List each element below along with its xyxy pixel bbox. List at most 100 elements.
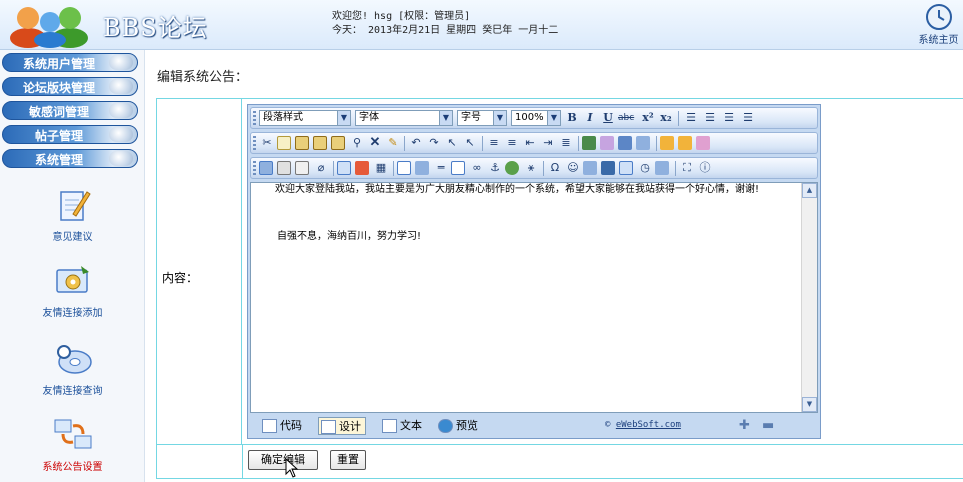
toolbar-separator bbox=[678, 111, 679, 126]
indent-icon[interactable]: ⇥ bbox=[540, 135, 556, 151]
marquee-icon[interactable] bbox=[451, 161, 465, 175]
font-size-value: 字号 bbox=[461, 112, 481, 123]
sidebar-link-label: 友情连接查询 bbox=[42, 386, 103, 397]
confirm-edit-button[interactable]: 确定编辑 bbox=[248, 450, 318, 470]
align-left-icon[interactable]: ☰ bbox=[683, 110, 699, 126]
mode-preview-button[interactable]: 预览 bbox=[436, 417, 482, 435]
align-right-icon[interactable]: ☰ bbox=[721, 110, 737, 126]
unselect-icon[interactable]: ↖ bbox=[462, 135, 478, 151]
toolbar-row-3: ⌀ ▦ ═ ∞ ⚓ ⚹ Ω ☺ ◷ ⛶ ⓘ bbox=[250, 157, 818, 179]
editor-content-area[interactable]: 欢迎大家登陆我站，我站主要是为广大朋友精心制作的一个系统，希望大家能够在我站获得… bbox=[250, 182, 818, 413]
italic-button[interactable]: I bbox=[582, 110, 598, 126]
insert-image-icon[interactable] bbox=[259, 161, 273, 175]
mode-design-button[interactable]: 设计 bbox=[318, 417, 366, 435]
sidebar-link-query-friend-link[interactable]: 友情连接查询 bbox=[0, 340, 145, 397]
insert-textarea-icon[interactable] bbox=[415, 161, 429, 175]
sidebar-link-label: 友情连接添加 bbox=[42, 308, 103, 319]
zoom-select[interactable]: 100% ▼ bbox=[511, 110, 561, 126]
rich-text-editor: 段落样式 ▼ 字体 ▼ 字号 ▼ 100% ▼ B I U abc x² x₂ … bbox=[247, 104, 821, 439]
link-icon[interactable]: ∞ bbox=[469, 160, 485, 176]
cut-icon[interactable]: ✂ bbox=[259, 135, 275, 151]
paste-word-icon[interactable] bbox=[331, 136, 345, 150]
align-justify-icon[interactable]: ☰ bbox=[740, 110, 756, 126]
delete-icon[interactable]: ✕ bbox=[367, 135, 383, 151]
emoticon-icon[interactable]: ☺ bbox=[565, 160, 581, 176]
menu-system[interactable]: 系统管理 bbox=[2, 149, 138, 168]
monitor-gear-icon bbox=[55, 266, 89, 293]
fullscreen-icon[interactable]: ⛶ bbox=[679, 160, 695, 176]
app-header: BBS论坛 欢迎您! hsg [权限：管理员] 今天： 2013年2月21日 星… bbox=[0, 0, 963, 50]
special-char-icon[interactable]: Ω bbox=[547, 160, 563, 176]
system-home-button[interactable]: 系统主页 bbox=[914, 1, 963, 48]
insert-media-icon[interactable] bbox=[295, 161, 309, 175]
unlink-icon[interactable]: ⚹ bbox=[523, 160, 539, 176]
sidebar-link-feedback[interactable]: 意见建议 bbox=[0, 186, 145, 243]
insert-table-icon[interactable] bbox=[337, 161, 351, 175]
font-select[interactable]: 字体 ▼ bbox=[355, 110, 453, 126]
font-value: 字体 bbox=[359, 112, 379, 123]
zoom-out-icon[interactable]: ▬ bbox=[762, 419, 774, 433]
insert-time-icon[interactable]: ◷ bbox=[637, 160, 653, 176]
menu-sensitive-words[interactable]: 敏感词管理 bbox=[2, 101, 138, 120]
outdent-icon[interactable]: ⇤ bbox=[522, 135, 538, 151]
undo-icon[interactable]: ↶ bbox=[408, 135, 424, 151]
zoom-in-icon[interactable]: ✚ bbox=[739, 419, 750, 433]
insert-field-icon[interactable] bbox=[397, 161, 411, 175]
about-icon[interactable]: ⓘ bbox=[697, 160, 713, 176]
zindex-icon[interactable] bbox=[636, 136, 650, 150]
align-center-icon[interactable]: ☰ bbox=[702, 110, 718, 126]
reset-button[interactable]: 重置 bbox=[330, 450, 366, 470]
menu-system-users[interactable]: 系统用户管理 bbox=[2, 53, 138, 72]
subscript-button[interactable]: x₂ bbox=[658, 110, 674, 126]
layer-icon[interactable] bbox=[678, 136, 692, 150]
import-word-icon[interactable] bbox=[655, 161, 669, 175]
anchor-icon[interactable]: ⚓ bbox=[487, 160, 503, 176]
find-icon[interactable]: ⚲ bbox=[349, 135, 365, 151]
block-icon[interactable] bbox=[660, 136, 674, 150]
absolute-position-icon[interactable] bbox=[618, 136, 632, 150]
paste-icon[interactable] bbox=[295, 136, 309, 150]
underline-button[interactable]: U bbox=[600, 110, 616, 126]
superscript-button[interactable]: x² bbox=[640, 110, 656, 126]
paste-text-icon[interactable] bbox=[313, 136, 327, 150]
numbered-list-icon[interactable]: ≡ bbox=[486, 135, 502, 151]
font-color-icon[interactable] bbox=[582, 136, 596, 150]
select-all-icon[interactable]: ↖ bbox=[444, 135, 460, 151]
bullet-list-icon[interactable]: ≡ bbox=[504, 135, 520, 151]
insert-flash-icon[interactable] bbox=[277, 161, 291, 175]
toolbar-separator bbox=[543, 161, 544, 176]
font-size-select[interactable]: 字号 ▼ bbox=[457, 110, 507, 126]
brand-link[interactable]: eWebSoft.com bbox=[616, 420, 681, 430]
editor-scrollbar[interactable]: ▲ ▼ bbox=[801, 183, 817, 412]
attachment-icon[interactable]: ⌀ bbox=[313, 160, 329, 176]
app-logo-text: BBS论坛 bbox=[103, 14, 208, 42]
paragraph-icon[interactable]: ≣ bbox=[558, 135, 574, 151]
bold-button[interactable]: B bbox=[564, 110, 580, 126]
redo-icon[interactable]: ↷ bbox=[426, 135, 442, 151]
strikethrough-button[interactable]: abc bbox=[618, 110, 634, 126]
menu-posts[interactable]: 帖子管理 bbox=[2, 125, 138, 144]
scroll-up-icon[interactable]: ▲ bbox=[802, 183, 817, 198]
insert-form-icon[interactable] bbox=[355, 161, 369, 175]
mode-text-button[interactable]: 文本 bbox=[380, 417, 426, 435]
menu-forum-boards[interactable]: 论坛版块管理 bbox=[2, 77, 138, 96]
insert-date-icon[interactable] bbox=[619, 161, 633, 175]
mode-label: 代码 bbox=[280, 419, 302, 432]
copyright-mark: © bbox=[605, 420, 616, 430]
insert-art-icon[interactable] bbox=[601, 161, 615, 175]
insert-excel-icon[interactable] bbox=[583, 161, 597, 175]
scroll-down-icon[interactable]: ▼ bbox=[802, 397, 817, 412]
horizontal-rule-icon[interactable]: ═ bbox=[433, 160, 449, 176]
background-color-icon[interactable] bbox=[600, 136, 614, 150]
paragraph-style-select[interactable]: 段落样式 ▼ bbox=[259, 110, 351, 126]
copy-icon[interactable] bbox=[277, 136, 291, 150]
welcome-info: 欢迎您! hsg [权限：管理员] 今天： 2013年2月21日 星期四 癸巳年… bbox=[332, 10, 558, 38]
sidebar-link-announcement-settings[interactable]: 系统公告设置 bbox=[0, 416, 145, 473]
globe-icon[interactable] bbox=[505, 161, 519, 175]
grid-icon[interactable]: ▦ bbox=[373, 160, 389, 176]
mode-code-button[interactable]: 代码 bbox=[260, 417, 306, 435]
chevron-down-icon: ▼ bbox=[547, 111, 560, 125]
sidebar-link-add-friend-link[interactable]: 友情连接添加 bbox=[0, 262, 145, 319]
clear-format-icon[interactable]: ✎ bbox=[385, 135, 401, 151]
style-icon[interactable] bbox=[696, 136, 710, 150]
